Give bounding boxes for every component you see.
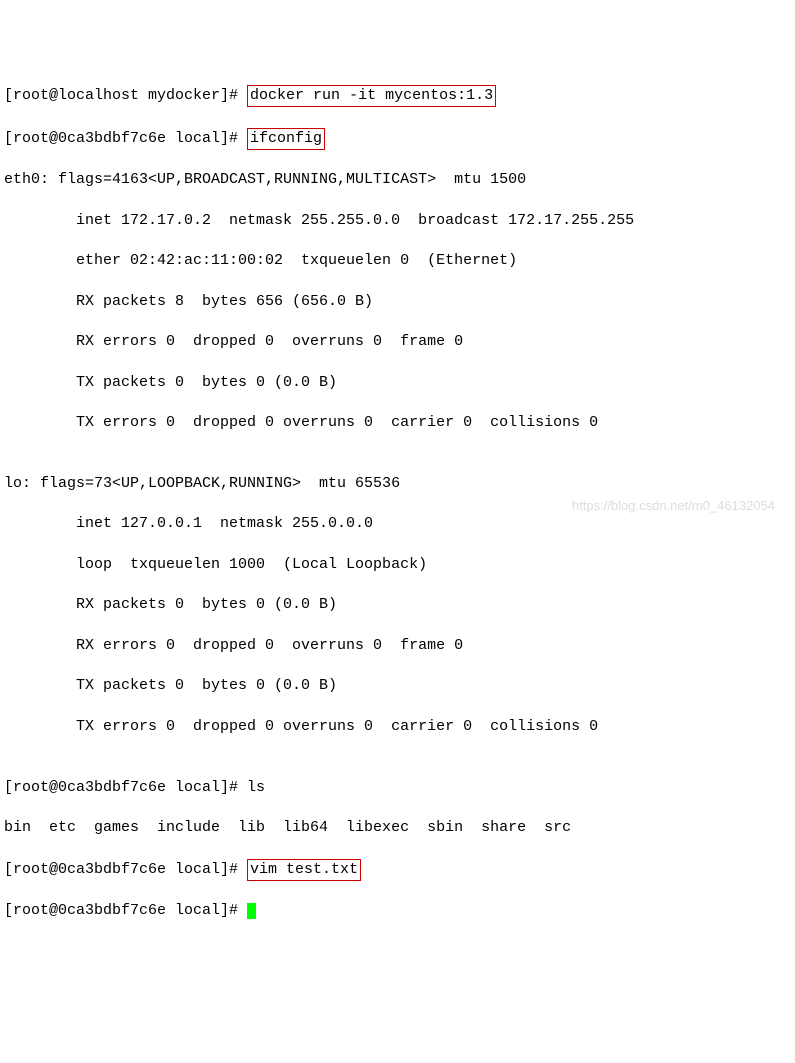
eth0-header: eth0: flags=4163<UP,BROADCAST,RUNNING,MU… [4, 170, 791, 190]
ls-output: bin etc games include lib lib64 libexec … [4, 818, 791, 838]
lo-header: lo: flags=73<UP,LOOPBACK,RUNNING> mtu 65… [4, 474, 791, 494]
eth0-ether: ether 02:42:ac:11:00:02 txqueuelen 0 (Et… [4, 251, 791, 271]
prompt-line-3: [root@0ca3bdbf7c6e local]# ls [4, 778, 791, 798]
lo-tx-errors: TX errors 0 dropped 0 overruns 0 carrier… [4, 717, 791, 737]
prompt-4-prefix: [root@0ca3bdbf7c6e local]# [4, 861, 247, 878]
prompt-line-2: [root@0ca3bdbf7c6e local]# ifconfig [4, 128, 791, 150]
ifconfig-command[interactable]: ifconfig [247, 128, 325, 150]
vim-command[interactable]: vim test.txt [247, 859, 361, 881]
prompt-line-4: [root@0ca3bdbf7c6e local]# vim test.txt [4, 859, 791, 881]
lo-rx-packets: RX packets 0 bytes 0 (0.0 B) [4, 595, 791, 615]
prompt-line-1: [root@localhost mydocker]# docker run -i… [4, 85, 791, 107]
eth0-rx-packets: RX packets 8 bytes 656 (656.0 B) [4, 292, 791, 312]
prompt-line-5[interactable]: [root@0ca3bdbf7c6e local]# [4, 901, 791, 921]
prompt-1-prefix: [root@localhost mydocker]# [4, 87, 247, 104]
eth0-tx-errors: TX errors 0 dropped 0 overruns 0 carrier… [4, 413, 791, 433]
prompt-3-prefix: [root@0ca3bdbf7c6e local]# [4, 779, 247, 796]
ls-command[interactable]: ls [247, 779, 265, 796]
prompt-5-prefix: [root@0ca3bdbf7c6e local]# [4, 902, 247, 919]
eth0-inet: inet 172.17.0.2 netmask 255.255.0.0 broa… [4, 211, 791, 231]
eth0-tx-packets: TX packets 0 bytes 0 (0.0 B) [4, 373, 791, 393]
lo-tx-packets: TX packets 0 bytes 0 (0.0 B) [4, 676, 791, 696]
eth0-rx-errors: RX errors 0 dropped 0 overruns 0 frame 0 [4, 332, 791, 352]
lo-rx-errors: RX errors 0 dropped 0 overruns 0 frame 0 [4, 636, 791, 656]
terminal-cursor[interactable] [247, 903, 256, 919]
prompt-2-prefix: [root@0ca3bdbf7c6e local]# [4, 130, 247, 147]
docker-run-command[interactable]: docker run -it mycentos:1.3 [247, 85, 496, 107]
watermark-text: https://blog.csdn.net/m0_46132054 [572, 497, 775, 515]
lo-inet: inet 127.0.0.1 netmask 255.0.0.0 [4, 514, 791, 534]
lo-loop: loop txqueuelen 1000 (Local Loopback) [4, 555, 791, 575]
